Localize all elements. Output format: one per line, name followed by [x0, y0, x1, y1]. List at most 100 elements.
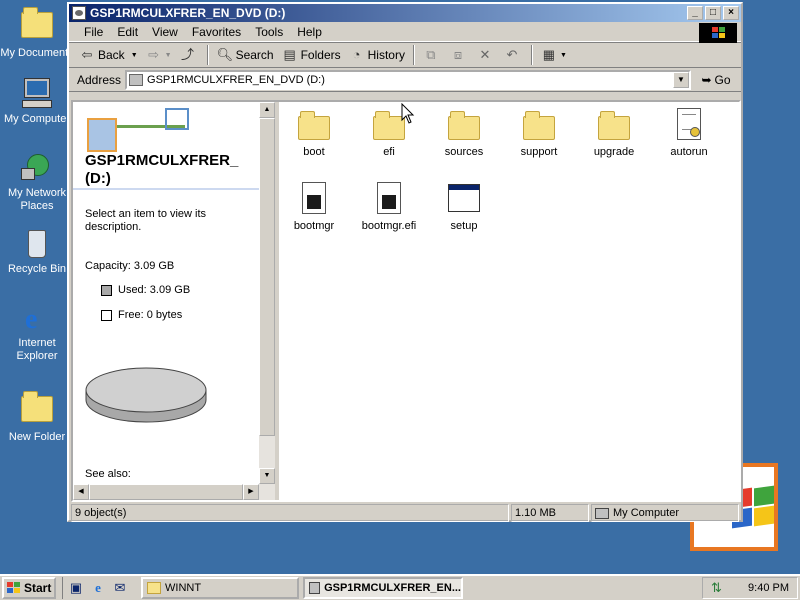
menu-tools[interactable]: Tools: [248, 25, 290, 39]
views-button[interactable]: ▦ ▼: [537, 44, 571, 66]
folder-icon: [598, 108, 630, 140]
minimize-button[interactable]: _: [687, 6, 703, 20]
menu-view[interactable]: View: [145, 25, 185, 39]
desktop-icon-my-computer[interactable]: My Computer: [0, 78, 74, 126]
network-tray-icon[interactable]: ⇅: [711, 580, 722, 596]
up-folder-button[interactable]: ⤴: [176, 44, 203, 66]
forward-button[interactable]: ⇨ ▼: [142, 44, 176, 66]
dropdown-arrow-icon[interactable]: ▼: [560, 52, 567, 59]
history-button[interactable]: ◔ History: [345, 44, 409, 66]
delete-button[interactable]: ✕: [473, 44, 500, 66]
task-button-explorer[interactable]: GSP1RMCULXFRER_EN...: [303, 577, 463, 599]
file-item-autorun[interactable]: autorun: [654, 108, 724, 158]
free-legend: Free: 0 bytes: [101, 309, 182, 321]
desktop-icon-my-documents[interactable]: My Documents: [0, 6, 74, 60]
dropdown-arrow-icon[interactable]: ▼: [165, 52, 172, 59]
scroll-down-arrow[interactable]: ▼: [259, 468, 275, 484]
copy-to-button[interactable]: ⧈: [446, 44, 473, 66]
menu-help[interactable]: Help: [290, 25, 329, 39]
title-bar[interactable]: GSP1RMCULXFRER_EN_DVD (D:) _ □ ×: [69, 4, 741, 22]
address-dropdown-button[interactable]: ▼: [673, 71, 689, 88]
search-button[interactable]: 🔍︎ Search: [213, 44, 278, 66]
application-icon: [448, 182, 480, 214]
move-to-icon: ⧉: [426, 47, 436, 62]
views-icon: ▦: [542, 47, 556, 62]
search-icon: 🔍︎: [216, 47, 234, 62]
desktop-icon-label: My Computer: [3, 113, 71, 125]
desktop-icon-internet-explorer[interactable]: e Internet Explorer: [0, 302, 74, 363]
dropdown-arrow-icon[interactable]: ▼: [131, 52, 138, 59]
file-item-bootmgr[interactable]: bootmgr: [279, 182, 349, 232]
go-arrow-icon: ➥: [701, 72, 712, 87]
computer-icon: [595, 507, 609, 519]
file-item-sources[interactable]: sources: [429, 108, 499, 158]
internet-explorer-icon[interactable]: e: [89, 579, 107, 597]
go-button[interactable]: ➥ Go: [691, 73, 741, 87]
desktop-icon-my-network-places[interactable]: My Network Places: [0, 152, 74, 213]
close-button[interactable]: ×: [723, 6, 739, 20]
file-name: autorun: [670, 146, 708, 158]
clock[interactable]: 9:40 PM: [748, 582, 789, 594]
file-name: sources: [444, 146, 484, 158]
move-to-button[interactable]: ⧉: [419, 44, 446, 66]
recycle-bin-icon: [21, 228, 53, 260]
back-button[interactable]: ⇦ Back ▼: [75, 44, 142, 66]
desktop-icon-new-folder[interactable]: New Folder: [0, 390, 74, 444]
system-file-icon: [373, 182, 405, 214]
file-item-boot[interactable]: boot: [279, 108, 349, 158]
left-pane-horizontal-scrollbar[interactable]: ◀ ▶: [73, 484, 275, 500]
desktop-icon-label: Recycle Bin: [7, 263, 67, 275]
taskbar: Start ▣ e ✉ WINNT GSP1RMCULXFRER_EN... ⇅…: [0, 574, 800, 600]
scroll-up-arrow[interactable]: ▲: [259, 102, 275, 118]
scroll-thumb[interactable]: [89, 484, 243, 500]
file-name: efi: [383, 146, 395, 158]
content-area: GSP1RMCULXFRER_ (D:) Select an item to v…: [71, 100, 741, 502]
scroll-thumb[interactable]: [259, 118, 275, 436]
outlook-express-icon[interactable]: ✉: [111, 579, 129, 597]
file-item-bootmgr-efi[interactable]: bootmgr.efi: [354, 182, 424, 232]
back-label: Back: [98, 48, 125, 62]
file-item-upgrade[interactable]: upgrade: [579, 108, 649, 158]
back-arrow-icon: ⇦: [81, 47, 93, 62]
drive-title-line: (D:): [85, 170, 111, 187]
internet-explorer-icon: e: [25, 304, 38, 335]
scroll-right-arrow[interactable]: ▶: [243, 484, 259, 500]
maximize-button[interactable]: □: [705, 6, 721, 20]
used-swatch: [101, 284, 112, 296]
desktop-icon-recycle-bin[interactable]: Recycle Bin: [0, 228, 74, 276]
scroll-left-arrow[interactable]: ◀: [73, 484, 89, 500]
address-input[interactable]: GSP1RMCULXFRER_EN_DVD (D:) ▼: [125, 69, 691, 90]
desktop-icon-label: New Folder: [8, 431, 66, 443]
toolbar-separator: [412, 45, 415, 65]
cd-drive-icon: [309, 582, 321, 594]
forward-arrow-icon: ⇨: [148, 47, 160, 62]
drive-title: GSP1RMCULXFRER_ (D:): [85, 152, 238, 188]
show-desktop-icon[interactable]: ▣: [67, 579, 85, 597]
standard-toolbar: ⇦ Back ▼ ⇨ ▼ ⤴ 🔍︎ Search ▤ Folders ◔ His…: [69, 42, 741, 68]
item-description: Select an item to view its description.: [85, 208, 207, 233]
menu-file[interactable]: File: [77, 25, 110, 39]
menu-favorites[interactable]: Favorites: [185, 25, 248, 39]
pane-banner: GSP1RMCULXFRER_ (D:): [73, 102, 259, 190]
drive-title-line: GSP1RMCULXFRER_: [85, 152, 239, 169]
see-also-label: See also:: [85, 468, 131, 480]
used-text: Used: 3.09 GB: [118, 284, 191, 296]
system-tray: ⇅ 9:40 PM: [702, 577, 798, 599]
task-button-winnt[interactable]: WINNT: [141, 577, 299, 599]
folders-label: Folders: [300, 48, 341, 62]
windows-flag-icon: [699, 23, 737, 43]
windows-flag-icon: [7, 582, 21, 594]
file-name: boot: [303, 146, 325, 158]
folders-button[interactable]: ▤ Folders: [278, 44, 345, 66]
start-label: Start: [24, 581, 52, 595]
undo-button[interactable]: ↶: [500, 44, 527, 66]
file-name: upgrade: [593, 146, 635, 158]
file-item-setup[interactable]: setup: [429, 182, 499, 232]
menu-edit[interactable]: Edit: [110, 25, 145, 39]
file-list: boot efi sources support upgrade autorun…: [279, 102, 739, 500]
left-pane-vertical-scrollbar[interactable]: ▲ ▼: [259, 102, 275, 484]
folder-icon: [298, 108, 330, 140]
web-view-pane: GSP1RMCULXFRER_ (D:) Select an item to v…: [73, 102, 259, 500]
start-button[interactable]: Start: [2, 577, 56, 599]
file-item-support[interactable]: support: [504, 108, 574, 158]
